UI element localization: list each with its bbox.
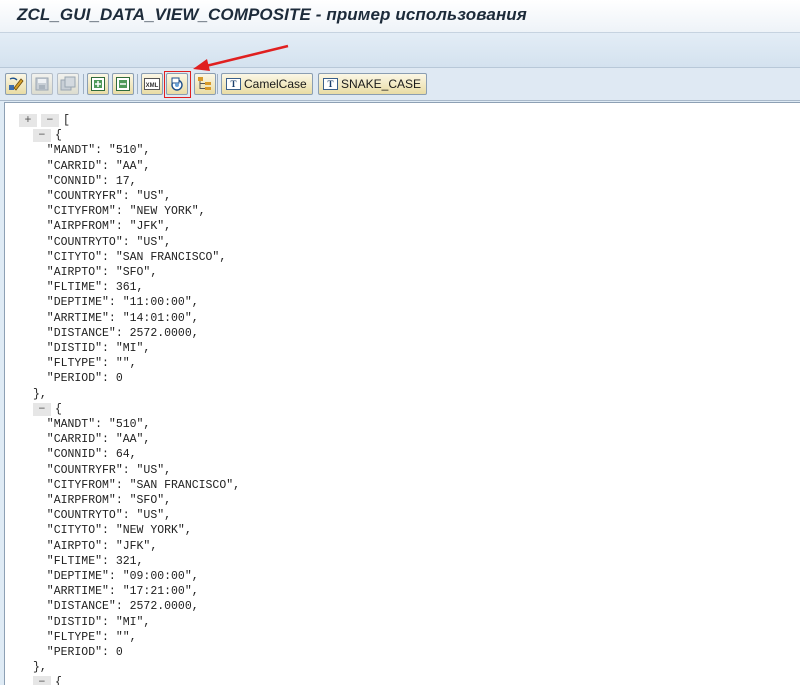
json-line: "CARRID": "AA", [33,433,151,447]
json-line: "CITYFROM": "NEW YORK", [33,205,206,219]
json-line: "AIRPTO": "SFO", [33,266,158,279]
svg-text:XML: XML [146,83,159,89]
toolbar-separator [217,74,218,94]
change-button[interactable] [5,73,27,95]
text-format-icon: T [323,78,338,90]
json-line: "COUNTRYTO": "US", [33,235,172,249]
json-line: "CONNID": 17, [33,174,137,188]
json-line: "COUNTRYFR": "US", [33,190,172,203]
json-line: }, [33,661,47,675]
json-line: "DEPTIME": "11:00:00", [33,296,199,310]
json-line: "CARRID": "AA", [33,159,151,173]
expand-icon [91,77,105,91]
json-line: "PERIOD": 0 [33,646,123,659]
window-title-bar: ZCL_GUI_DATA_VIEW_COMPOSITE - пример исп… [0,0,800,33]
json-line: "DISTID": "MI", [33,342,151,355]
save-icon [35,77,49,91]
snakecase-label: SNAKE_CASE [341,77,422,91]
text-format-icon: T [226,78,241,90]
json-line: "COUNTRYTO": "US", [33,509,172,523]
json-line: "ARRTIME": "17:21:00", [33,585,199,599]
save-as-button[interactable] [57,73,79,95]
json-line: { [55,676,62,685]
json-line: "DISTANCE": 2572.0000, [33,326,199,340]
snakecase-button[interactable]: T SNAKE_CASE [318,73,428,95]
xml-icon: XML [144,78,160,90]
save-button[interactable] [31,73,53,95]
toolbar-separator [137,74,138,94]
collapse-icon [116,77,130,91]
json-line: }, [33,387,47,401]
json-line: "COUNTRYFR": "US", [33,463,172,477]
json-line: "DEPTIME": "09:00:00", [33,570,199,583]
json-line: "DISTID": "MI", [33,615,151,629]
collapse-button[interactable] [112,73,134,95]
json-line: "CONNID": 64, [33,448,137,462]
json-line: "FLTYPE": "", [33,357,137,371]
application-toolbar [0,33,800,68]
json-line: "FLTIME": 361, [33,281,144,295]
json-line: "ARRTIME": "14:01:00", [33,311,199,325]
json-line: "AIRPFROM": "SFO", [33,494,172,507]
json-line: "MANDT": "510", [33,144,151,158]
camelcase-label: CamelCase [244,77,307,91]
json-line: { [55,402,62,416]
json-line: "AIRPFROM": "JFK", [33,220,172,234]
collapse-all-control[interactable]: − [41,114,59,127]
json-line: "CITYTO": "NEW YORK", [33,524,192,538]
json-line: "CITYFROM": "SAN FRANCISCO", [33,478,241,492]
collapse-object-control[interactable]: − [33,402,51,416]
json-viewer[interactable]: + −[−{ "MANDT": "510", "CARRID": "AA", "C… [4,102,800,685]
collapse-object-control[interactable]: − [33,129,51,143]
json-line: "AIRPTO": "JFK", [33,539,158,553]
json-button-highlight [164,71,191,98]
xml-button[interactable]: XML [141,73,163,95]
json-line: "PERIOD": 0 [33,372,123,386]
window-title: ZCL_GUI_DATA_VIEW_COMPOSITE - пример исп… [17,5,527,24]
tree-icon [198,77,211,90]
json-line: "DISTANCE": 2572.0000, [33,600,199,614]
expand-button[interactable] [87,73,109,95]
json-line: [ [63,114,70,127]
json-line: "MANDT": "510", [33,418,151,431]
json-line: "FLTYPE": "", [33,630,137,644]
save-as-icon [60,76,76,91]
viewer-toolbar: XML T CamelCase T SNAKE_CASE [0,68,800,101]
collapse-object-control[interactable]: − [33,676,51,685]
camelcase-button[interactable]: T CamelCase [221,73,313,95]
json-line: { [55,129,62,143]
toolbar-separator [83,74,84,94]
tree-view-button[interactable] [194,73,216,95]
json-line: "CITYTO": "SAN FRANCISCO", [33,250,227,264]
change-icon [9,77,24,91]
expand-all-control[interactable]: + [19,114,37,127]
json-line: "FLTIME": 321, [33,554,144,568]
